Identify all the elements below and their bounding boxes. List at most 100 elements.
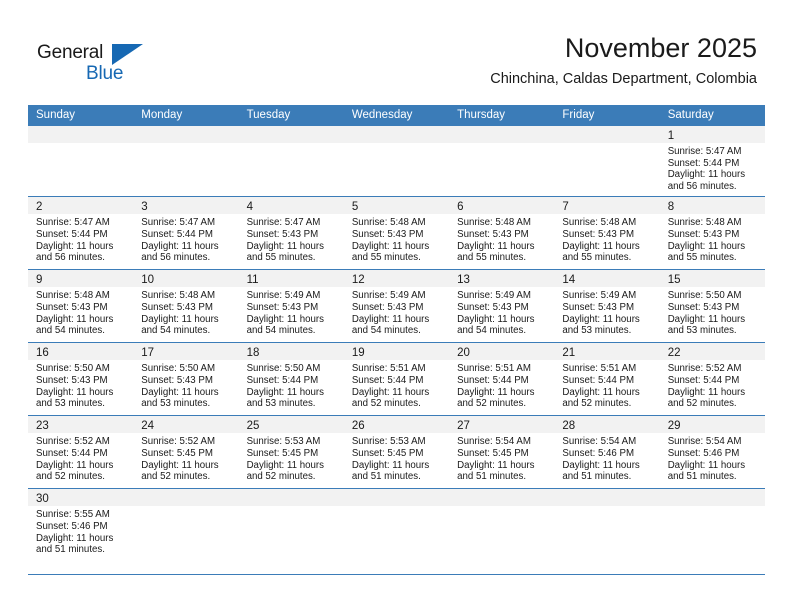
day-number-band: 4 xyxy=(238,197,344,215)
sunrise-text: Sunrise: 5:49 AM xyxy=(246,290,321,302)
sunrise-text: Sunrise: 5:50 AM xyxy=(667,290,742,302)
calendar-day-cell[interactable]: 3 Sunrise: 5:47 AM Sunset: 5:44 PM Daylight… xyxy=(133,197,239,270)
daylight-text-line2: and 54 minutes. xyxy=(351,325,421,337)
page-header: General Blue November 2025 Chinchina, Ca… xyxy=(0,0,792,104)
day-number-band: 14 xyxy=(554,270,660,288)
calendar-day-cell[interactable]: 26 Sunrise: 5:53 AM Sunset: 5:45 PM Dayligh… xyxy=(343,416,450,489)
daylight-text-line2: and 52 minutes. xyxy=(141,471,211,483)
calendar-day-cell[interactable]: 30 Sunrise: 5:55 AM Sunset: 5:46 PM Dayligh… xyxy=(28,489,134,575)
column-header-tuesday: Tuesday xyxy=(246,109,291,121)
day-sun-info: Sunrise: 5:53 AM Sunset: 5:45 PM Daylight:… xyxy=(239,433,344,486)
calendar-day-cell[interactable]: 28 Sunrise: 5:54 AM Sunset: 5:46 PM Dayligh… xyxy=(554,416,660,489)
day-number: 26 xyxy=(351,420,365,433)
title-block: November 2025 Chinchina, Caldas Departme… xyxy=(490,32,757,88)
sunrise-text: Sunrise: 5:47 AM xyxy=(36,217,110,229)
daylight-text-line1: Daylight: 11 hours xyxy=(141,313,219,325)
day-number: 23 xyxy=(36,420,49,433)
calendar-day-cell[interactable]: 24 Sunrise: 5:52 AM Sunset: 5:45 PM Dayligh… xyxy=(133,416,239,489)
daylight-text-line1: Daylight: 11 hours xyxy=(141,386,219,398)
sunrise-text: Sunrise: 5:50 AM xyxy=(36,363,110,375)
column-header-friday: Friday xyxy=(562,109,595,121)
calendar-day-cell[interactable]: 14 Sunrise: 5:49 AM Sunset: 5:43 PM Dayligh… xyxy=(554,270,660,343)
sunset-text: Sunset: 5:46 PM xyxy=(562,447,635,459)
daylight-text-line1: Daylight: 11 hours xyxy=(246,459,324,471)
calendar-day-cell[interactable]: 20 Sunrise: 5:51 AM Sunset: 5:44 PM Dayligh… xyxy=(449,343,555,416)
calendar-day-cell[interactable]: 29 Sunrise: 5:54 AM Sunset: 5:46 PM Dayligh… xyxy=(659,416,765,489)
sunset-text: Sunset: 5:43 PM xyxy=(351,228,424,240)
calendar-day-cell[interactable]: 1 Sunrise: 5:47 AM Sunset: 5:44 PM Daylight… xyxy=(659,126,765,197)
daylight-text-line1: Daylight: 11 hours xyxy=(246,240,324,252)
day-number-band: 26 xyxy=(343,416,450,434)
daylight-text-line2: and 52 minutes. xyxy=(36,471,105,483)
calendar-day-cell-empty xyxy=(554,126,660,197)
calendar-day-cell[interactable]: 18 Sunrise: 5:50 AM Sunset: 5:44 PM Dayligh… xyxy=(238,343,344,416)
calendar-day-cell[interactable]: 2 Sunrise: 5:47 AM Sunset: 5:44 PM Daylight… xyxy=(28,197,134,270)
day-sun-info: Sunrise: 5:52 AM Sunset: 5:45 PM Daylight:… xyxy=(133,433,238,486)
general-blue-logo[interactable]: General Blue xyxy=(37,42,167,88)
day-number: 18 xyxy=(246,347,260,360)
sunset-text: Sunset: 5:44 PM xyxy=(667,374,740,386)
day-number: 12 xyxy=(351,274,365,287)
calendar-day-cell[interactable]: 27 Sunrise: 5:54 AM Sunset: 5:45 PM Dayligh… xyxy=(449,416,555,489)
calendar-day-cell-empty xyxy=(133,489,239,575)
calendar-day-cell[interactable]: 9 Sunrise: 5:48 AM Sunset: 5:43 PM Daylight… xyxy=(28,270,134,343)
day-number-band: 25 xyxy=(238,416,344,434)
sunset-text: Sunset: 5:43 PM xyxy=(246,301,319,313)
calendar-day-cell[interactable]: 13 Sunrise: 5:49 AM Sunset: 5:43 PM Dayligh… xyxy=(449,270,555,343)
calendar-day-cell[interactable]: 11 Sunrise: 5:49 AM Sunset: 5:43 PM Dayligh… xyxy=(238,270,344,343)
calendar-day-cell[interactable]: 7 Sunrise: 5:48 AM Sunset: 5:43 PM Daylight… xyxy=(554,197,660,270)
day-sun-info: Sunrise: 5:48 AM Sunset: 5:43 PM Daylight:… xyxy=(554,214,659,267)
day-number-band: 24 xyxy=(133,416,239,434)
calendar-day-cell[interactable]: 23 Sunrise: 5:52 AM Sunset: 5:44 PM Dayligh… xyxy=(28,416,134,489)
calendar-day-cell[interactable]: 5 Sunrise: 5:48 AM Sunset: 5:43 PM Daylight… xyxy=(343,197,450,270)
calendar-day-cell[interactable]: 22 Sunrise: 5:52 AM Sunset: 5:44 PM Dayligh… xyxy=(659,343,765,416)
day-number: 17 xyxy=(141,347,155,360)
day-sun-info: Sunrise: 5:47 AM Sunset: 5:43 PM Daylight:… xyxy=(239,214,344,267)
calendar-day-cell[interactable]: 8 Sunrise: 5:48 AM Sunset: 5:43 PM Daylight… xyxy=(659,197,765,270)
sunset-text: Sunset: 5:43 PM xyxy=(457,301,529,313)
calendar-day-cell[interactable]: 16 Sunrise: 5:50 AM Sunset: 5:43 PM Dayligh… xyxy=(28,343,134,416)
daylight-text-line2: and 53 minutes. xyxy=(667,325,737,337)
day-number: 2 xyxy=(36,201,43,214)
daylight-text-line1: Daylight: 11 hours xyxy=(36,240,114,252)
daylight-text-line2: and 55 minutes. xyxy=(562,252,632,264)
day-number-band xyxy=(449,126,555,143)
calendar-day-cell[interactable]: 6 Sunrise: 5:48 AM Sunset: 5:43 PM Daylight… xyxy=(449,197,555,270)
calendar-day-cell-empty xyxy=(238,489,344,575)
calendar-day-cell[interactable]: 10 Sunrise: 5:48 AM Sunset: 5:43 PM Dayligh… xyxy=(133,270,239,343)
calendar-day-cell[interactable]: 12 Sunrise: 5:49 AM Sunset: 5:43 PM Dayligh… xyxy=(343,270,450,343)
day-number-band: 30 xyxy=(28,489,134,507)
calendar-day-cell[interactable]: 15 Sunrise: 5:50 AM Sunset: 5:43 PM Dayligh… xyxy=(659,270,765,343)
day-number: 14 xyxy=(562,274,576,287)
day-number: 1 xyxy=(667,130,675,142)
day-sun-info: Sunrise: 5:51 AM Sunset: 5:44 PM Daylight:… xyxy=(344,360,449,413)
daylight-text-line1: Daylight: 11 hours xyxy=(351,386,430,398)
calendar-day-cell[interactable]: 25 Sunrise: 5:53 AM Sunset: 5:45 PM Dayligh… xyxy=(238,416,344,489)
calendar-day-cell[interactable]: 19 Sunrise: 5:51 AM Sunset: 5:44 PM Dayligh… xyxy=(343,343,450,416)
daylight-text-line2: and 51 minutes. xyxy=(36,544,105,556)
daylight-text-line1: Daylight: 11 hours xyxy=(667,313,746,325)
sunset-text: Sunset: 5:43 PM xyxy=(562,228,635,240)
daylight-text-line2: and 52 minutes. xyxy=(351,398,421,410)
daylight-text-line2: and 55 minutes. xyxy=(246,252,316,264)
day-number-band: 19 xyxy=(343,343,450,361)
day-number-band: 13 xyxy=(449,270,555,288)
day-sun-info: Sunrise: 5:49 AM Sunset: 5:43 PM Daylight:… xyxy=(239,287,344,340)
calendar-day-cell[interactable]: 4 Sunrise: 5:47 AM Sunset: 5:43 PM Daylight… xyxy=(238,197,344,270)
daylight-text-line1: Daylight: 11 hours xyxy=(351,459,430,471)
daylight-text-line1: Daylight: 11 hours xyxy=(667,169,746,181)
calendar-day-cell[interactable]: 17 Sunrise: 5:50 AM Sunset: 5:43 PM Dayligh… xyxy=(133,343,239,416)
day-number-band xyxy=(238,489,344,507)
daylight-text-line2: and 54 minutes. xyxy=(141,325,211,337)
daylight-text-line2: and 52 minutes. xyxy=(562,398,632,410)
sunrise-text: Sunrise: 5:48 AM xyxy=(351,217,426,229)
sunrise-text: Sunrise: 5:52 AM xyxy=(141,436,216,448)
day-sun-info: Sunrise: 5:49 AM Sunset: 5:43 PM Daylight:… xyxy=(449,287,554,340)
day-number-band: 8 xyxy=(659,197,765,215)
calendar-week-row: 30 Sunrise: 5:55 AM Sunset: 5:46 PM Dayligh… xyxy=(28,488,765,575)
day-number: 22 xyxy=(667,347,681,360)
day-number: 20 xyxy=(457,347,470,360)
daylight-text-line1: Daylight: 11 hours xyxy=(36,532,114,544)
day-number-band: 5 xyxy=(343,197,450,215)
calendar-day-cell[interactable]: 21 Sunrise: 5:51 AM Sunset: 5:44 PM Dayligh… xyxy=(554,343,660,416)
